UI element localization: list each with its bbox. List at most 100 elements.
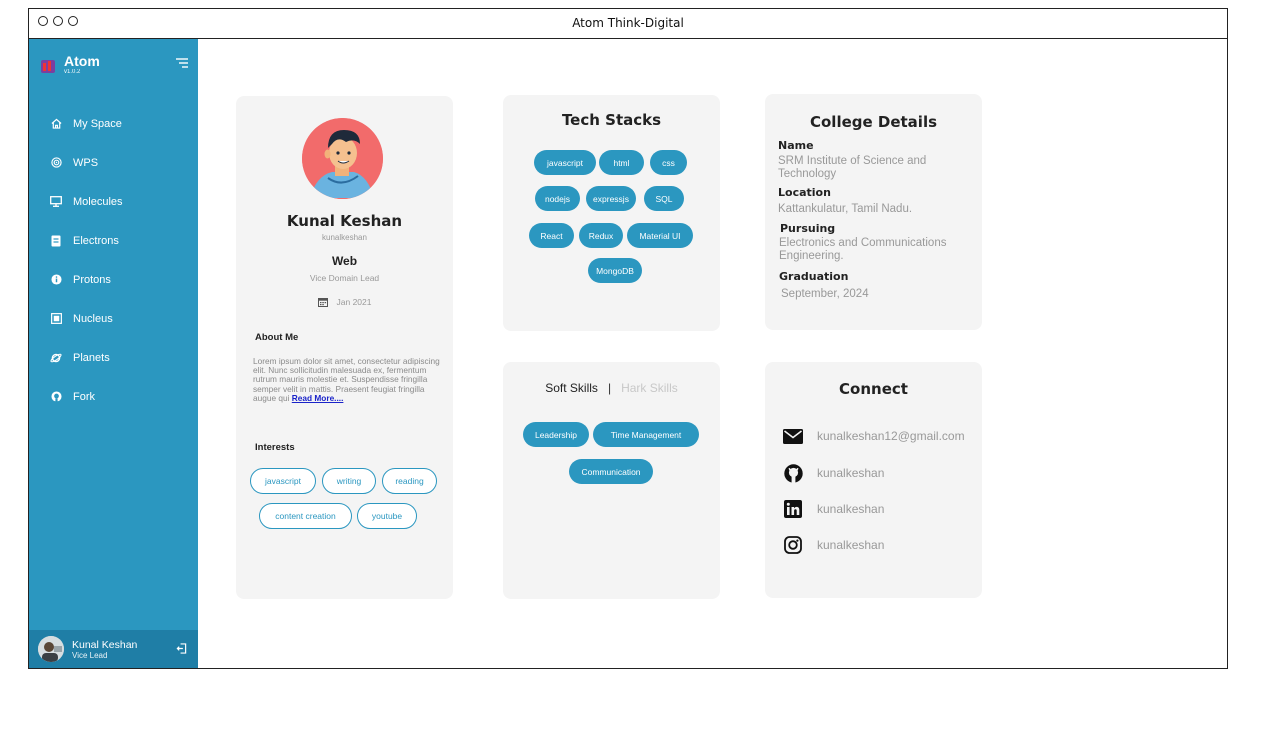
interest-tag[interactable]: javascript: [250, 468, 316, 494]
brand-version: v1.0.2: [64, 69, 81, 75]
sidebar-item-protons[interactable]: Protons: [29, 260, 198, 299]
college-location-label: Location: [778, 186, 831, 199]
skills-card: Soft Skills | Hark Skills Leadership Tim…: [503, 362, 720, 599]
sidebar-nav: My Space WPS Molecules Electrons Protons…: [29, 104, 198, 416]
college-name-value: SRM Institute of Science and Technology: [778, 155, 927, 180]
skills-tabs: Soft Skills | Hark Skills: [503, 381, 720, 395]
brand-name: Atom: [64, 53, 100, 69]
sidebar-item-molecules[interactable]: Molecules: [29, 182, 198, 221]
connect-linkedin[interactable]: kunalkeshan: [783, 499, 884, 519]
college-location-value: Kattankulatur, Tamil Nadu.: [778, 203, 913, 215]
tech-tag[interactable]: SQL: [644, 186, 684, 211]
logout-icon[interactable]: [176, 643, 187, 654]
tech-tag[interactable]: MongoDB: [588, 258, 642, 283]
sidebar-user[interactable]: Kunal Keshan Vice Lead: [29, 630, 198, 668]
skill-tag[interactable]: Leadership: [523, 422, 589, 447]
monitor-icon: [50, 196, 62, 208]
tech-tag[interactable]: css: [650, 150, 687, 175]
college-details-card: College Details Name SRM Institute of Sc…: [765, 94, 982, 330]
planet-icon: [50, 352, 62, 364]
menu-toggle-icon[interactable]: [176, 58, 188, 68]
tab-hard-skills[interactable]: Hark Skills: [621, 381, 678, 395]
sidebar-item-electrons[interactable]: Electrons: [29, 221, 198, 260]
tab-separator: |: [607, 381, 612, 395]
connect-instagram[interactable]: kunalkeshan: [783, 535, 884, 555]
sidebar-item-label: Nucleus: [73, 312, 113, 325]
college-graduation-value: September, 2024: [781, 288, 869, 300]
atom-logo-icon: [41, 60, 55, 73]
linkedin-icon: [783, 499, 803, 519]
profile-avatar: [302, 118, 383, 199]
github-icon: [50, 391, 62, 403]
tech-tag[interactable]: Redux: [579, 223, 623, 248]
title-bar: Atom Think-Digital: [29, 9, 1227, 39]
sidebar-item-wps[interactable]: WPS: [29, 143, 198, 182]
info-circle-icon: [50, 274, 62, 286]
email-text: kunalkeshan12@gmail.com: [817, 429, 965, 443]
tech-tag[interactable]: expressjs: [586, 186, 636, 211]
app-window: Atom Think-Digital Atom v1.0.2 My Space …: [28, 8, 1228, 669]
read-more-link[interactable]: Read More....: [292, 393, 344, 403]
college-graduation-label: Graduation: [779, 270, 849, 283]
interest-tag[interactable]: writing: [322, 468, 376, 494]
sidebar-item-label: Molecules: [73, 195, 123, 208]
interests-heading: Interests: [255, 442, 295, 453]
tech-tag[interactable]: javascript: [534, 150, 596, 175]
connect-email[interactable]: kunalkeshan12@gmail.com: [783, 426, 965, 446]
college-pursuing-label: Pursuing: [780, 222, 836, 235]
instagram-text: kunalkeshan: [817, 538, 885, 552]
tech-tag[interactable]: Material UI: [627, 223, 693, 248]
sidebar-item-fork[interactable]: Fork: [29, 377, 198, 416]
window-title: Atom Think-Digital: [572, 16, 684, 30]
calendar-icon: [317, 298, 328, 307]
brand[interactable]: Atom v1.0.2: [40, 53, 100, 75]
tab-soft-skills[interactable]: Soft Skills: [545, 381, 598, 395]
sidebar-item-nucleus[interactable]: Nucleus: [29, 299, 198, 338]
joined-date-text: Jan 2021: [336, 297, 372, 307]
skill-tag[interactable]: Communication: [569, 459, 653, 484]
user-role: Vice Lead: [72, 650, 108, 660]
interest-tag[interactable]: youtube: [357, 503, 417, 529]
interest-tag[interactable]: reading: [382, 468, 437, 494]
college-details-title: College Details: [809, 113, 938, 131]
connect-github[interactable]: kunalkeshan: [783, 463, 884, 483]
document-icon: [50, 235, 62, 247]
avatar: [38, 636, 64, 662]
email-icon: [783, 426, 803, 446]
profile-handle: kunalkeshan: [322, 233, 367, 242]
sidebar-item-label: Planets: [73, 351, 110, 364]
connect-card: Connect kunalkeshan12@gmail.com kunalkes…: [765, 362, 982, 598]
sidebar-item-label: WPS: [73, 156, 99, 169]
sidebar-item-label: Fork: [73, 390, 95, 403]
college-pursuing-value: Electronics and Communications Engineeri…: [779, 237, 947, 262]
tech-tag[interactable]: nodejs: [535, 186, 580, 211]
sidebar: Atom v1.0.2 My Space WPS Molecules Elect…: [29, 39, 198, 668]
instagram-icon: [783, 535, 803, 555]
sidebar-item-my-space[interactable]: My Space: [29, 104, 198, 143]
tech-tag[interactable]: html: [599, 150, 644, 175]
sidebar-item-label: Protons: [73, 273, 111, 286]
profile-domain: Web: [331, 254, 358, 268]
joined-date: Jan 2021: [236, 297, 453, 307]
about-body: Lorem ipsum dolor sit amet, consectetur …: [253, 356, 440, 403]
profile-card: Kunal Keshan kunalkeshan Web Vice Domain…: [236, 96, 453, 599]
sidebar-item-label: My Space: [73, 117, 122, 130]
skill-tag[interactable]: Time Management: [593, 422, 699, 447]
user-name: Kunal Keshan: [72, 638, 138, 651]
github-icon: [783, 463, 803, 483]
about-text: Lorem ipsum dolor sit amet, consectetur …: [253, 356, 443, 403]
image-icon: [50, 313, 62, 325]
connect-title: Connect: [839, 380, 908, 398]
tech-stacks-title: Tech Stacks: [561, 111, 662, 129]
interest-tag[interactable]: content creation: [259, 503, 352, 529]
profile-name: Kunal Keshan: [286, 212, 403, 230]
about-heading: About Me: [255, 332, 299, 343]
profile-role: Vice Domain Lead: [309, 273, 380, 283]
tech-stacks-card: Tech Stacks javascript html css nodejs e…: [503, 95, 720, 331]
linkedin-text: kunalkeshan: [817, 502, 885, 516]
home-icon: [50, 118, 62, 130]
target-icon: [50, 157, 62, 169]
github-text: kunalkeshan: [817, 466, 885, 480]
tech-tag[interactable]: React: [529, 223, 574, 248]
sidebar-item-planets[interactable]: Planets: [29, 338, 198, 377]
